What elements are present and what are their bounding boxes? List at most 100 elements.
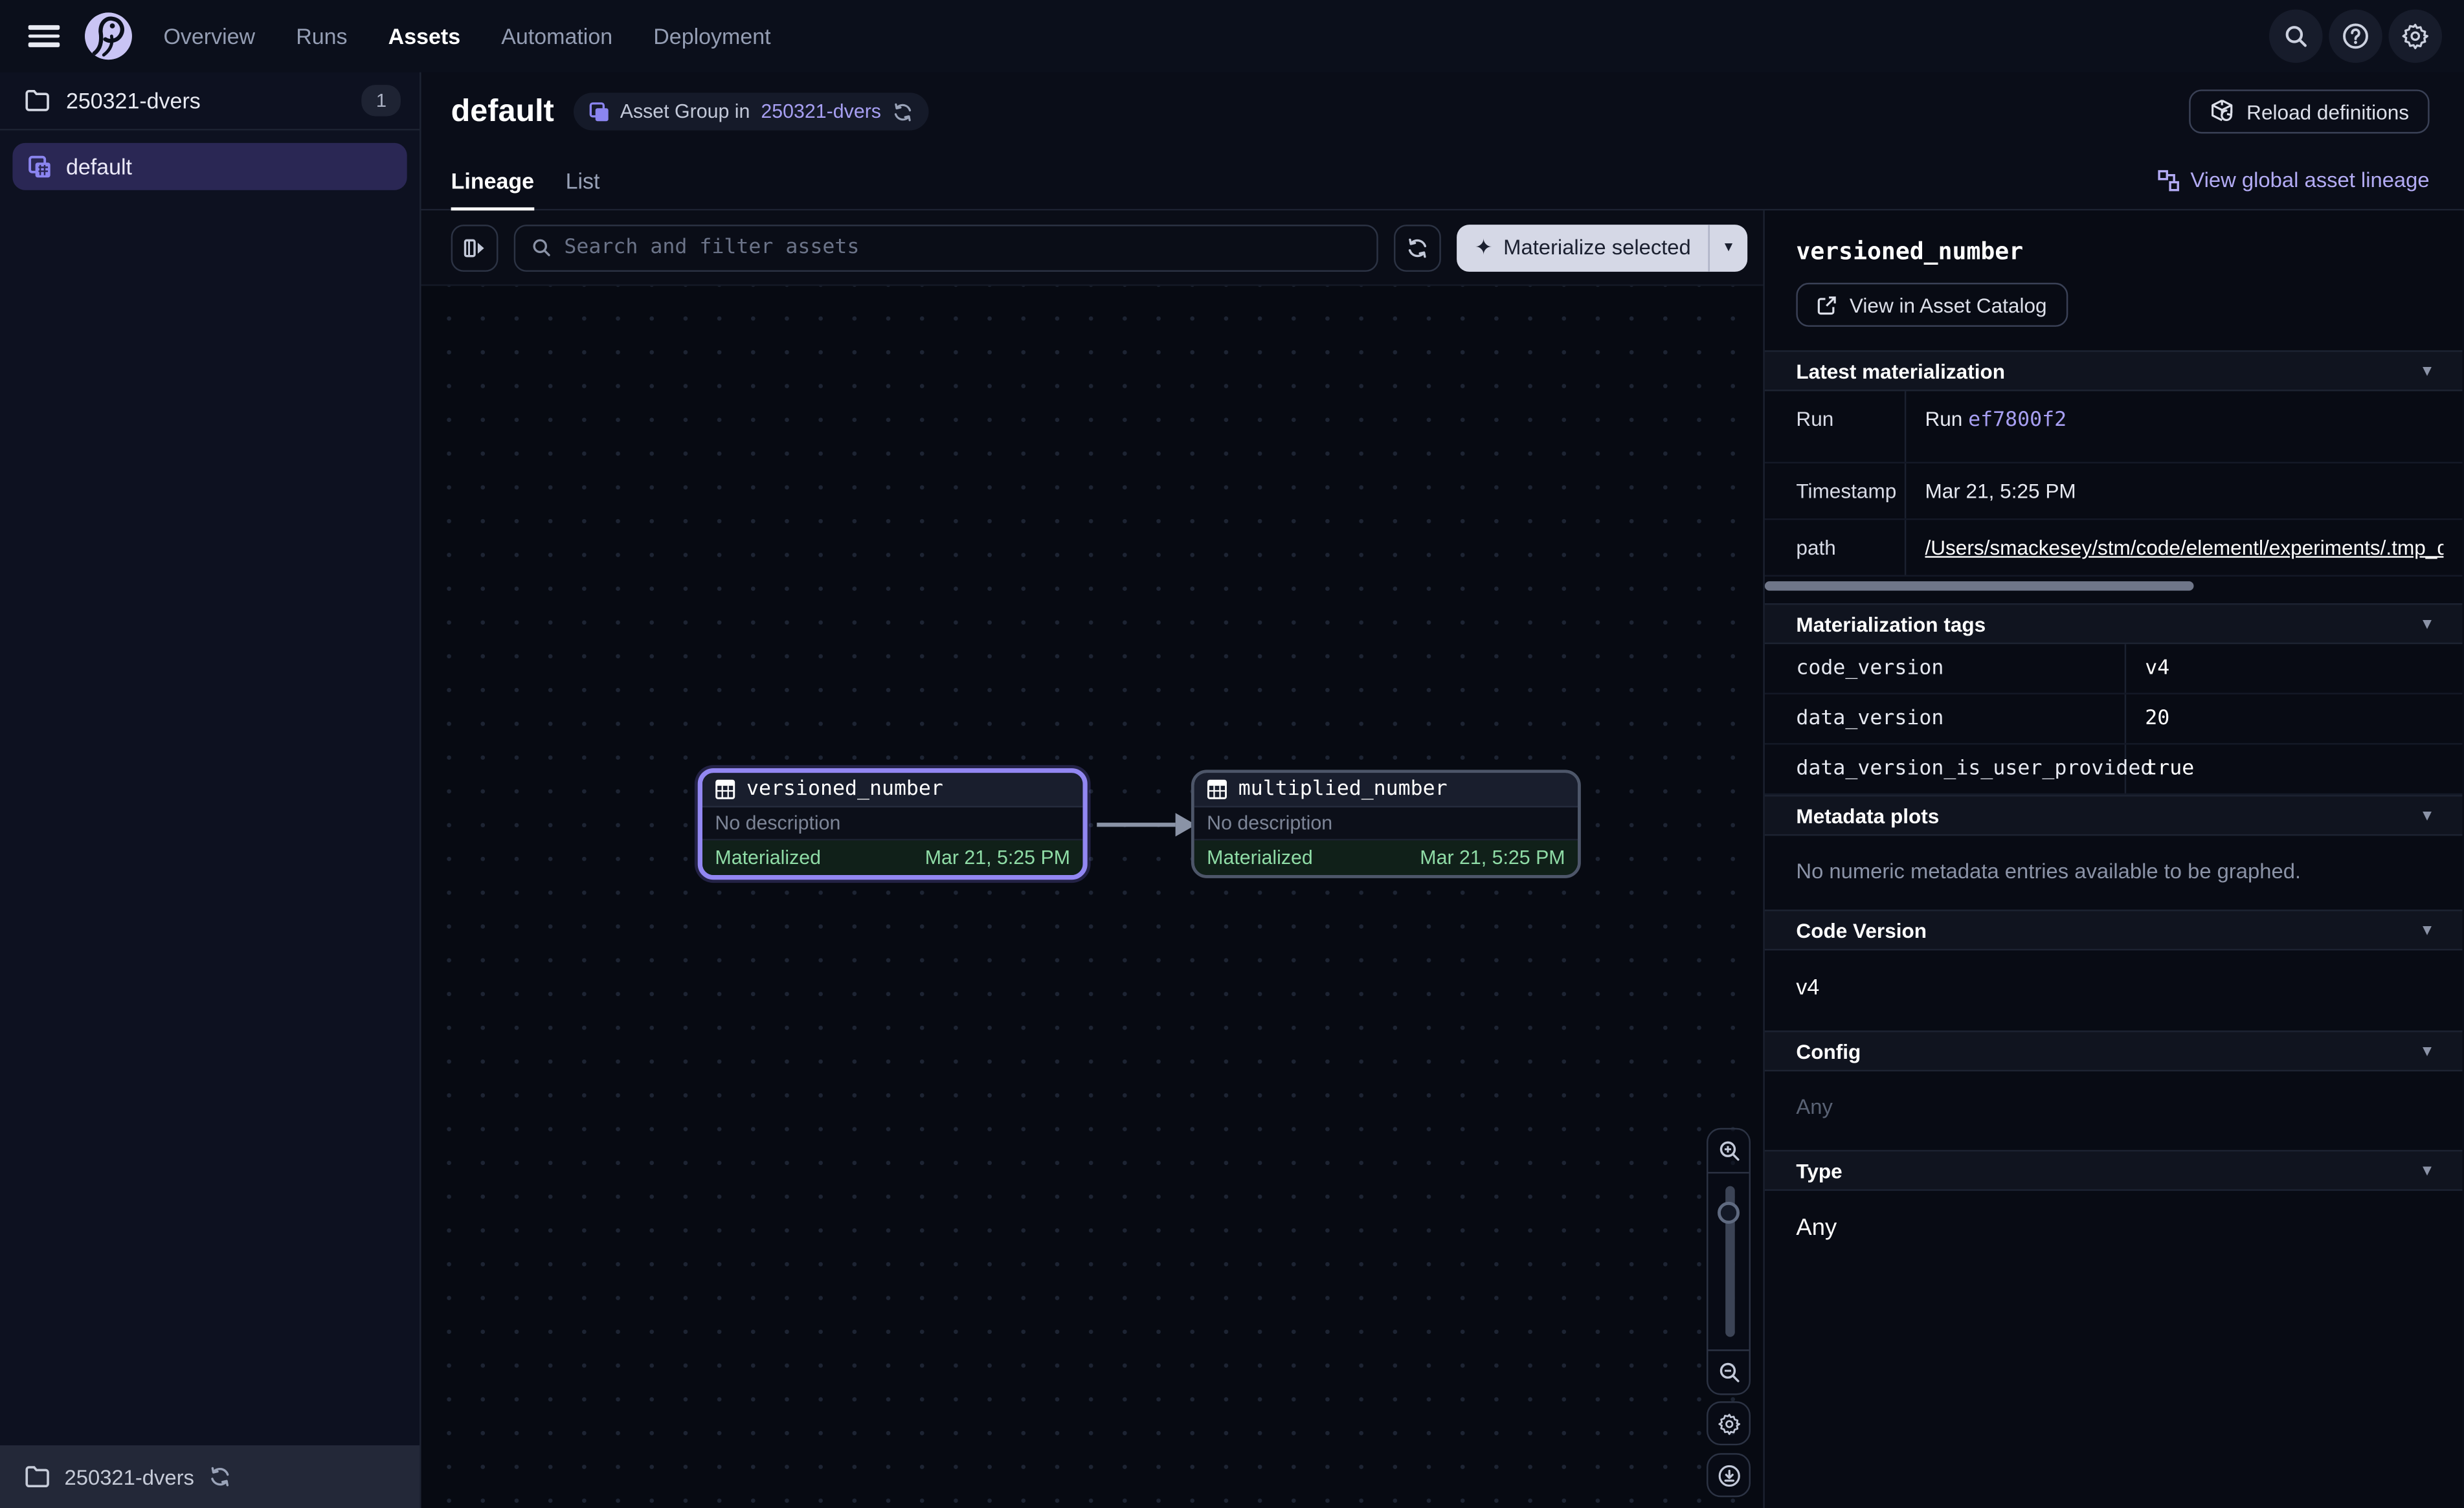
table-icon: [1207, 779, 1227, 800]
row-value: Mar 21, 5:25 PM: [1906, 463, 2462, 518]
asset-node-header: multiplied_number: [1194, 773, 1578, 807]
section-code-version[interactable]: Code Version ▾: [1765, 909, 2463, 950]
zoom-controls: [1707, 1128, 1751, 1395]
tag-key: data_version_is_user_provided: [1765, 745, 2126, 793]
content-row: ✦ Materialize selected ▾: [421, 210, 2464, 1508]
help-icon: [2342, 22, 2370, 50]
tag-value: true: [2126, 745, 2462, 793]
zoom-slider[interactable]: [1708, 1173, 1749, 1349]
asset-node-name: multiplied_number: [1238, 778, 1448, 801]
asset-node-status-row: Materialized Mar 21, 5:25 PM: [1194, 841, 1578, 875]
asset-group-badge: Asset Group in 250321-dvers: [573, 93, 928, 130]
materialize-selected-split-button: ✦ Materialize selected ▾: [1457, 224, 1747, 271]
metadata-plots-empty-message: No numeric metadata entries available to…: [1765, 836, 2463, 909]
refresh-icon[interactable]: [208, 1466, 230, 1488]
graph-settings-button[interactable]: [1707, 1401, 1751, 1445]
asset-details-panel: versioned_number View in Asset Catalog L…: [1765, 210, 2463, 1508]
section-materialization-tags[interactable]: Materialization tags ▾: [1765, 603, 2463, 644]
section-heading: Materialization tags: [1796, 612, 1986, 635]
view-in-asset-catalog-button[interactable]: View in Asset Catalog: [1796, 283, 2067, 327]
nav-item-deployment[interactable]: Deployment: [653, 23, 770, 49]
tab-lineage[interactable]: Lineage: [451, 151, 534, 209]
nav-item-automation[interactable]: Automation: [501, 23, 612, 49]
table-row: Run Run ef7800f2: [1765, 391, 2463, 463]
search-input[interactable]: [564, 236, 1361, 259]
search-icon: [531, 238, 552, 258]
table-row: data_version_is_user_provided true: [1765, 745, 2463, 795]
refresh-icon: [1407, 236, 1429, 258]
sidebar-repo-row[interactable]: 250321-dvers 1: [0, 72, 420, 131]
view-global-asset-lineage-link[interactable]: View global asset lineage: [2157, 151, 2429, 209]
nav-item-assets[interactable]: Assets: [388, 23, 460, 49]
tab-list[interactable]: List: [566, 151, 600, 209]
path-link[interactable]: /Users/smackesey/stm/code/elementl/exper…: [1925, 536, 2443, 559]
type-value: Any: [1765, 1191, 2463, 1272]
zoom-slider-thumb[interactable]: [1718, 1202, 1740, 1224]
section-heading: Config: [1796, 1039, 1861, 1063]
sidebar-repo-name: 250321-dvers: [66, 88, 346, 113]
chevron-down-icon: ▾: [2423, 806, 2431, 824]
collapse-panel-button[interactable]: [451, 224, 498, 271]
download-graph-button[interactable]: [1707, 1453, 1751, 1497]
lineage-graph-column: ✦ Materialize selected ▾: [421, 210, 1765, 1508]
asset-node-versioned-number[interactable]: versioned_number No description Material…: [698, 768, 1088, 880]
reload-definitions-button[interactable]: Reload definitions: [2188, 89, 2429, 133]
asset-details-title: versioned_number: [1796, 238, 2431, 266]
refresh-icon[interactable]: [892, 102, 913, 122]
nav-items: Overview Runs Assets Automation Deployme…: [163, 23, 770, 49]
section-latest-materialization[interactable]: Latest materialization ▾: [1765, 350, 2463, 391]
help-button[interactable]: [2329, 10, 2382, 63]
row-value: /Users/smackesey/stm/code/elementl/exper…: [1906, 520, 2462, 575]
table-row: code_version v4: [1765, 644, 2463, 694]
dagster-logo[interactable]: [85, 12, 132, 60]
materialize-dropdown-button[interactable]: ▾: [1710, 224, 1747, 271]
search-button[interactable]: [2269, 10, 2323, 63]
row-key: Run: [1765, 391, 1906, 461]
reload-definitions-icon: [2209, 99, 2234, 124]
section-heading: Latest materialization: [1796, 359, 2005, 383]
asset-search-box: [514, 224, 1379, 271]
zoom-in-button[interactable]: [1708, 1129, 1749, 1173]
view-global-asset-lineage-label: View global asset lineage: [2190, 168, 2429, 192]
external-link-icon: [1817, 294, 1837, 315]
folder-icon: [25, 1466, 50, 1488]
download-icon: [1717, 1463, 1740, 1487]
nav-item-overview[interactable]: Overview: [163, 23, 255, 49]
materialize-selected-label: Materialize selected: [1503, 236, 1691, 259]
badge-prefix-text: Asset Group in: [620, 100, 750, 122]
table-row: Timestamp Mar 21, 5:25 PM: [1765, 463, 2463, 520]
horizontal-scrollbar[interactable]: [1765, 581, 2194, 591]
sidebar-footer: 250321-dvers: [0, 1445, 420, 1508]
materialize-selected-button[interactable]: ✦ Materialize selected: [1457, 224, 1708, 271]
asset-node-description: No description: [1194, 808, 1578, 841]
settings-button[interactable]: [2388, 10, 2442, 63]
sidebar-footer-repo-name[interactable]: 250321-dvers: [65, 1465, 194, 1488]
asset-node-multiplied-number[interactable]: multiplied_number No description Materia…: [1191, 770, 1581, 878]
section-config[interactable]: Config ▾: [1765, 1030, 2463, 1071]
table-row: path /Users/smackesey/stm/code/elementl/…: [1765, 520, 2463, 576]
refresh-graph-button[interactable]: [1394, 224, 1442, 271]
section-metadata-plots[interactable]: Metadata plots ▾: [1765, 795, 2463, 836]
code-version-value: v4: [1765, 951, 2463, 1031]
reload-definitions-label: Reload definitions: [2246, 100, 2409, 123]
sidebar: 250321-dvers 1 default 250321-dvers: [0, 72, 421, 1508]
nav-item-runs[interactable]: Runs: [296, 23, 347, 49]
app-window: Overview Runs Assets Automation Deployme…: [0, 0, 2464, 1508]
section-type[interactable]: Type ▾: [1765, 1150, 2463, 1191]
asset-node-description: No description: [702, 808, 1082, 841]
section-heading: Metadata plots: [1796, 804, 1939, 827]
section-heading: Code Version: [1796, 918, 1927, 942]
sidebar-item-default-group[interactable]: default: [12, 143, 407, 190]
lineage-canvas[interactable]: versioned_number No description Material…: [421, 286, 1764, 1508]
table-icon: [715, 779, 735, 800]
lineage-edge-arrow: [1093, 808, 1197, 842]
run-id-link[interactable]: ef7800f2: [1968, 408, 2066, 432]
sidebar-repo-count-badge: 1: [362, 85, 401, 116]
badge-repo-link[interactable]: 250321-dvers: [761, 100, 881, 122]
tabs-row: Lineage List View global asset lineage: [421, 151, 2464, 210]
zoom-out-button[interactable]: [1708, 1349, 1749, 1393]
hamburger-menu-icon[interactable]: [28, 25, 60, 47]
tag-value: 20: [2126, 694, 2462, 743]
chevron-down-icon: ▾: [2423, 615, 2431, 632]
asset-node-status: Materialized: [1207, 847, 1313, 869]
